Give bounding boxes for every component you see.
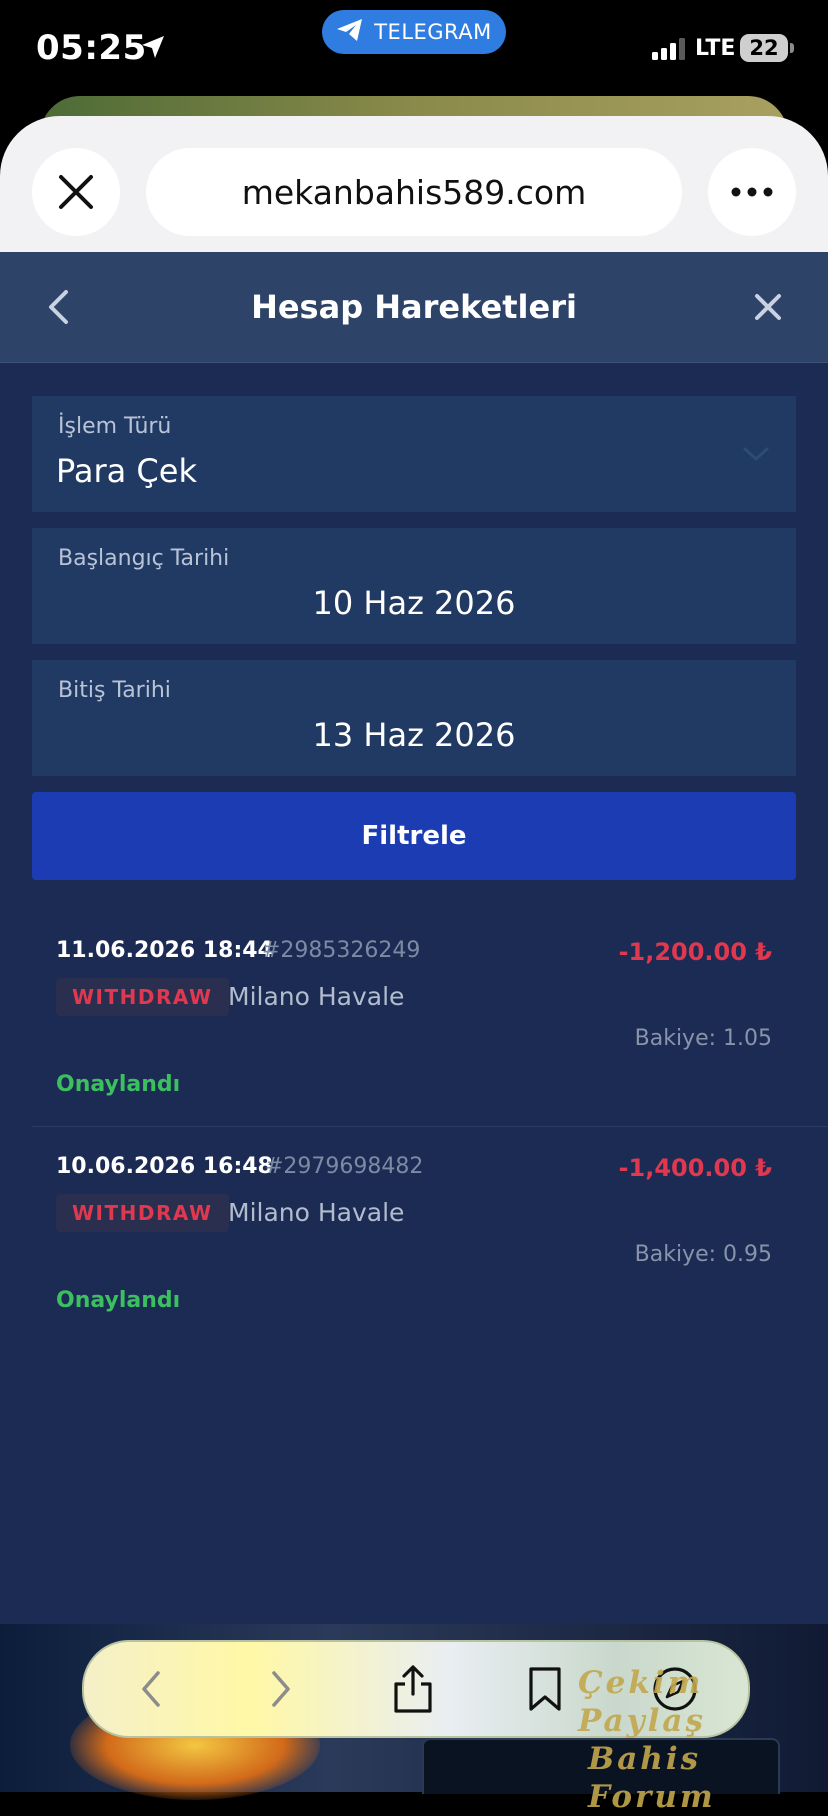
transaction-amount: -1,200.00 ₺ xyxy=(618,938,772,966)
location-arrow-icon xyxy=(140,34,166,65)
status-time: 05:25 xyxy=(36,28,147,68)
telegram-back-pill[interactable]: TELEGRAM xyxy=(322,10,506,54)
transaction-datetime: 10.06.2026 16:48 xyxy=(56,1154,273,1179)
transaction-method: Milano Havale xyxy=(228,1198,405,1227)
close-icon xyxy=(59,175,93,209)
nav-forward-button[interactable] xyxy=(256,1664,306,1714)
transaction-type-label: İşlem Türü xyxy=(58,414,172,439)
chevron-left-icon xyxy=(49,290,68,324)
chevron-down-icon xyxy=(742,446,770,467)
url-text: mekanbahis589.com xyxy=(241,172,587,212)
chevron-left-icon xyxy=(142,1671,160,1707)
url-bar[interactable]: mekanbahis589.com xyxy=(146,148,682,236)
share-icon xyxy=(394,1665,432,1713)
signal-icon xyxy=(652,38,686,65)
end-date-label: Bitiş Tarihi xyxy=(58,678,171,703)
end-date-value: 13 Haz 2026 xyxy=(312,716,516,754)
watermark-line-1: Çekim Paylaş xyxy=(578,1665,706,1739)
telegram-icon xyxy=(336,18,364,47)
transaction-method: Milano Havale xyxy=(228,982,405,1011)
nav-back-button[interactable] xyxy=(126,1664,176,1714)
close-icon xyxy=(755,294,781,320)
back-button[interactable] xyxy=(40,287,80,327)
bookmarks-button[interactable] xyxy=(520,1664,570,1714)
transaction-balance: Bakiye: 0.95 xyxy=(634,1242,772,1267)
transaction-type-badge: WITHDRAW xyxy=(56,1194,229,1232)
browser-close-button[interactable] xyxy=(32,148,120,236)
battery-tip xyxy=(790,43,794,53)
network-type: LTE xyxy=(695,36,736,61)
row-divider xyxy=(32,1126,828,1127)
share-button[interactable] xyxy=(388,1664,438,1714)
account-history-page: Hesap Hareketleri İşlem Türü Para Çek Ba… xyxy=(0,252,828,1624)
transaction-row[interactable]: 11.06.2026 18:44 #2985326249 -1,200.00 ₺… xyxy=(32,938,796,1154)
battery-icon: 22 xyxy=(740,34,788,62)
telegram-label: TELEGRAM xyxy=(374,20,492,44)
transaction-id: #2979698482 xyxy=(265,1154,424,1179)
transaction-row[interactable]: 10.06.2026 16:48 #2979698482 -1,400.00 ₺… xyxy=(32,1154,796,1370)
transaction-amount: -1,400.00 ₺ xyxy=(618,1154,772,1182)
chevron-right-icon xyxy=(272,1671,290,1707)
watermark-line-2: Bahis Forum xyxy=(588,1741,716,1815)
status-bar: 05:25 TELEGRAM LTE 22 xyxy=(0,0,828,100)
page-title: Hesap Hareketleri xyxy=(251,288,577,326)
start-date-label: Başlangıç Tarihi xyxy=(58,546,230,571)
filter-button[interactable]: Filtrele xyxy=(32,792,796,880)
transaction-status: Onaylandı xyxy=(56,1072,181,1097)
browser-more-button[interactable] xyxy=(708,148,796,236)
transaction-type-select[interactable]: İşlem Türü Para Çek xyxy=(32,396,796,512)
transaction-datetime: 11.06.2026 18:44 xyxy=(56,938,273,963)
in-app-browser-bar: mekanbahis589.com xyxy=(0,116,828,252)
forum-watermark: Çekim Paylaş Bahis Forum xyxy=(578,1664,828,1816)
transaction-type-value: Para Çek xyxy=(56,452,197,490)
end-date-field[interactable]: Bitiş Tarihi 13 Haz 2026 xyxy=(32,660,796,776)
bookmark-icon xyxy=(529,1667,561,1711)
page-close-button[interactable] xyxy=(748,287,788,327)
transaction-balance: Bakiye: 1.05 xyxy=(634,1026,772,1051)
start-date-value: 10 Haz 2026 xyxy=(312,584,516,622)
start-date-field[interactable]: Başlangıç Tarihi 10 Haz 2026 xyxy=(32,528,796,644)
transaction-type-badge: WITHDRAW xyxy=(56,978,229,1016)
transaction-id: #2985326249 xyxy=(262,938,421,963)
page-header: Hesap Hareketleri xyxy=(0,252,828,363)
more-icon xyxy=(731,187,773,197)
transaction-status: Onaylandı xyxy=(56,1288,181,1313)
